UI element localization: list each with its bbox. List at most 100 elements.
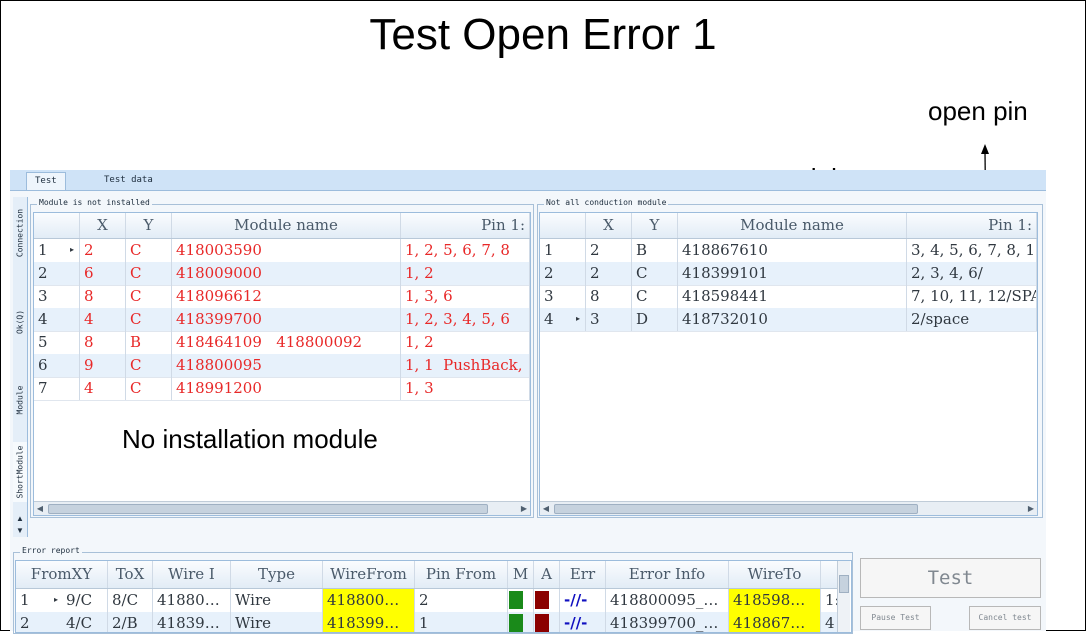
header-cell[interactable]: Y: [126, 213, 172, 238]
header-cell[interactable]: Module name: [678, 213, 907, 238]
table-row[interactable]: 4 ▸ 3 D 418732010 2/space: [540, 308, 1037, 332]
test-button[interactable]: Test: [860, 558, 1041, 598]
side-tab-ok[interactable]: Ok(Q): [13, 277, 27, 367]
header-cell[interactable]: A: [534, 561, 560, 588]
side-tab-shortmodule[interactable]: ShortModule: [13, 442, 27, 502]
cell-pins: 1, 2: [401, 331, 530, 354]
header-cell[interactable]: ToX: [108, 561, 153, 588]
scroll-down-icon[interactable]: ▼: [13, 525, 27, 537]
table-row[interactable]: 3 8 C 418598441 7, 10, 11, 12/SPA: [540, 285, 1037, 309]
scroll-left-icon[interactable]: ◀: [34, 502, 46, 515]
table-row[interactable]: 4 4 C 418399700 1, 2, 3, 4, 5, 6: [34, 308, 530, 332]
m-indicator: [509, 614, 523, 632]
cell-a: [534, 589, 560, 612]
table-row[interactable]: 5 8 B 418464109 418800092 1, 2: [34, 331, 530, 355]
scroll-right-icon[interactable]: ▶: [518, 502, 530, 515]
header-cell: [34, 213, 80, 238]
side-tab-strip: Connection Ok(Q) Module ShortModule ▲ ▼: [13, 197, 28, 537]
cell-module-name: 418399101: [678, 262, 907, 285]
scroll-right-icon[interactable]: ▶: [1025, 502, 1037, 515]
table-row[interactable]: 1 2 B 418867610 3, 4, 5, 6, 7, 8, 1: [540, 239, 1037, 263]
table-row[interactable]: 2 6 C 418009000 1, 2: [34, 262, 530, 286]
header-cell[interactable]: Pin 1:: [401, 213, 530, 238]
horizontal-scrollbar[interactable]: ◀ ▶: [540, 501, 1037, 515]
cell-pins: 1, 3: [401, 377, 530, 400]
header-cell[interactable]: FromXY: [16, 561, 108, 588]
cell-wire-id: 41880…: [153, 589, 231, 612]
header-cell[interactable]: X: [80, 213, 126, 238]
cell-error-info: 418800095_…: [606, 589, 729, 612]
cell-x: 4: [80, 377, 126, 400]
a-indicator: [535, 614, 549, 632]
header-cell[interactable]: Type: [231, 561, 323, 588]
not-installed-group-label: Module is not installed: [37, 198, 152, 207]
header-cell[interactable]: WireFrom: [323, 561, 415, 588]
cell-pin-from: 2: [415, 589, 508, 612]
horizontal-scrollbar[interactable]: ◀ ▶: [34, 501, 530, 515]
page-title: Test Open Error 1: [369, 10, 717, 59]
table-row[interactable]: 6 9 C 418800095 1, 1 PushBack,: [34, 354, 530, 378]
scroll-left-icon[interactable]: ◀: [540, 502, 552, 515]
table-header: FromXY ToX Wire I Type WireFrom Pin From…: [16, 561, 839, 589]
header-cell[interactable]: Y: [632, 213, 678, 238]
cell-pins: 1, 2: [401, 262, 530, 285]
row-pointer-icon: ▸: [576, 314, 581, 323]
side-tab-connection[interactable]: Connection: [13, 197, 27, 269]
header-cell[interactable]: Pin From: [415, 561, 508, 588]
cell-y: C: [126, 285, 172, 308]
cancel-test-button[interactable]: Cancel test: [969, 606, 1041, 630]
a-indicator: [535, 591, 549, 609]
table-row[interactable]: 2 2 C 418399101 2, 3, 4, 6/: [540, 262, 1037, 286]
scrollbar-thumb[interactable]: [839, 575, 849, 593]
cell-module-name: 418991200: [172, 377, 401, 400]
scrollbar-thumb[interactable]: [48, 504, 488, 514]
cell-pins: 3, 4, 5, 6, 7, 8, 1: [907, 239, 1037, 262]
vertical-scrollbar[interactable]: [837, 561, 850, 632]
table-row[interactable]: 7 4 C 418991200 1, 3: [34, 377, 530, 401]
header-cell: [540, 213, 586, 238]
cell-fromxy: 2 4/C: [16, 612, 108, 632]
tab-test-data[interactable]: Test data: [96, 172, 161, 189]
header-cell[interactable]: WireTo: [729, 561, 821, 588]
cell-tox: 8/C: [108, 589, 153, 612]
row-number: 4: [34, 308, 80, 331]
cell-wirefrom: 418399…: [323, 612, 415, 632]
cell-err: -//-: [560, 612, 606, 632]
side-tab-module[interactable]: Module: [13, 372, 27, 427]
header-cell[interactable]: Wire I: [153, 561, 231, 588]
header-cell[interactable]: Module name: [172, 213, 401, 238]
table-row[interactable]: 3 8 C 418096612 1, 3, 6: [34, 285, 530, 309]
cell-y: C: [632, 285, 678, 308]
header-cell[interactable]: Pin 1:: [907, 213, 1037, 238]
header-cell[interactable]: Err: [560, 561, 606, 588]
cell-wireto: 418867…: [729, 612, 821, 632]
error-report-label: Error report: [20, 546, 82, 555]
scrollbar-thumb[interactable]: [554, 504, 918, 514]
cell-module-name: 418598441: [678, 285, 907, 308]
not-installed-table: X Y Module name Pin 1: 1 ▸ 2 C 418003590 …: [33, 212, 531, 516]
header-cell[interactable]: Error Info: [606, 561, 729, 588]
table-header: X Y Module name Pin 1:: [540, 213, 1037, 239]
pause-test-button[interactable]: Pause Test: [860, 606, 931, 630]
cell-pins: 1, 3, 6: [401, 285, 530, 308]
cell-module-name: 418867610: [678, 239, 907, 262]
cell-module-name: 418009000: [172, 262, 401, 285]
header-cell[interactable]: X: [586, 213, 632, 238]
cell-x: 2: [80, 239, 126, 262]
cell-m: [508, 589, 534, 612]
table-row[interactable]: 1 ▸ 2 C 418003590 1, 2, 5, 6, 7, 8: [34, 239, 530, 263]
cell-y: C: [126, 308, 172, 331]
table-row[interactable]: 1 ▸ 9/C 8/C 41880… Wire 418800… 2 -//- 418…: [16, 589, 839, 613]
cell-type: Wire: [231, 589, 323, 612]
cell-module-name: 418800095: [172, 354, 401, 377]
cell-x: 8: [80, 331, 126, 354]
tab-test[interactable]: Test: [26, 172, 66, 190]
cell-x: 2: [586, 239, 632, 262]
scroll-up-icon[interactable]: ▲: [13, 513, 27, 525]
tab-bar: Test Test data: [10, 170, 1046, 191]
table-row[interactable]: 2 4/C 2/B 41839… Wire 418399… 1 -//- 4183…: [16, 612, 839, 632]
row-number: 7: [34, 377, 80, 400]
cell-fromxy: 1 ▸ 9/C: [16, 589, 108, 612]
header-cell[interactable]: M: [508, 561, 534, 588]
cell-a: [534, 612, 560, 632]
